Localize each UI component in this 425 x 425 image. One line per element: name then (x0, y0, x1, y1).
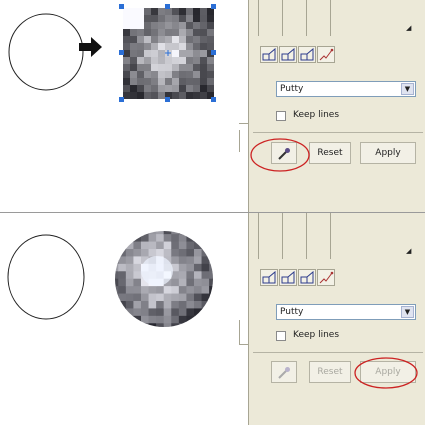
mode-buttons (260, 46, 340, 64)
mosaic-sphere-shape[interactable] (111, 227, 217, 331)
mapping-mode-value: Putty (280, 307, 304, 317)
straight-line-mode-button[interactable] (260, 269, 278, 286)
mapping-mode-dropdown[interactable]: Putty ▼ (276, 304, 416, 320)
separator (253, 132, 423, 133)
reset-button[interactable]: Reset (309, 361, 351, 383)
apply-button-label: Apply (375, 148, 401, 158)
highlight-ellipse-apply (354, 357, 418, 389)
keep-lines-label: Keep lines (293, 330, 340, 340)
preset-columns: ◢ (258, 213, 423, 259)
unconstrained-mode-button[interactable] (317, 46, 335, 63)
single-arc-mode-button[interactable] (279, 269, 297, 286)
mapping-mode-value: Putty (280, 84, 304, 94)
mosaic-square-shape[interactable] (119, 4, 217, 104)
top-section: ◢ Putty ▼ Keep lines Reset Apply (0, 0, 425, 212)
separator (253, 352, 423, 353)
chevron-down-icon[interactable]: ▼ (401, 83, 414, 95)
columns-expand-icon[interactable]: ◢ (406, 24, 411, 32)
reset-button[interactable]: Reset (309, 142, 351, 164)
single-arc-mode-button[interactable] (279, 46, 297, 63)
mapping-mode-dropdown[interactable]: Putty ▼ (276, 81, 416, 97)
reset-button-label: Reset (317, 367, 343, 377)
double-arc-mode-button[interactable] (298, 46, 316, 63)
right-arrow-icon (79, 37, 102, 57)
eyedropper-icon (278, 367, 290, 379)
keep-lines-checkbox[interactable] (276, 111, 286, 121)
bottom-section: ◢ Putty ▼ Keep lines Reset Apply (0, 213, 425, 425)
empty-circle-top (8, 13, 84, 91)
chevron-down-icon[interactable]: ▼ (401, 306, 414, 318)
apply-button[interactable]: Apply (360, 142, 416, 164)
reset-button-label: Reset (317, 148, 343, 158)
envelope-docker-bottom: ◢ Putty ▼ Keep lines Reset Apply (239, 213, 425, 425)
straight-line-mode-button[interactable] (260, 46, 278, 63)
keep-lines-checkbox[interactable] (276, 331, 286, 341)
unconstrained-mode-button[interactable] (317, 269, 335, 286)
preset-columns: ◢ (258, 0, 423, 36)
highlight-ellipse-eyedropper (250, 138, 310, 172)
double-arc-mode-button[interactable] (298, 269, 316, 286)
mode-buttons (260, 269, 340, 287)
keep-lines-label: Keep lines (293, 110, 340, 120)
empty-circle-bottom (7, 234, 85, 320)
envelope-docker-top: ◢ Putty ▼ Keep lines Reset Apply (239, 0, 425, 212)
columns-expand-icon[interactable]: ◢ (406, 247, 411, 255)
eyedropper-button[interactable] (271, 361, 297, 383)
